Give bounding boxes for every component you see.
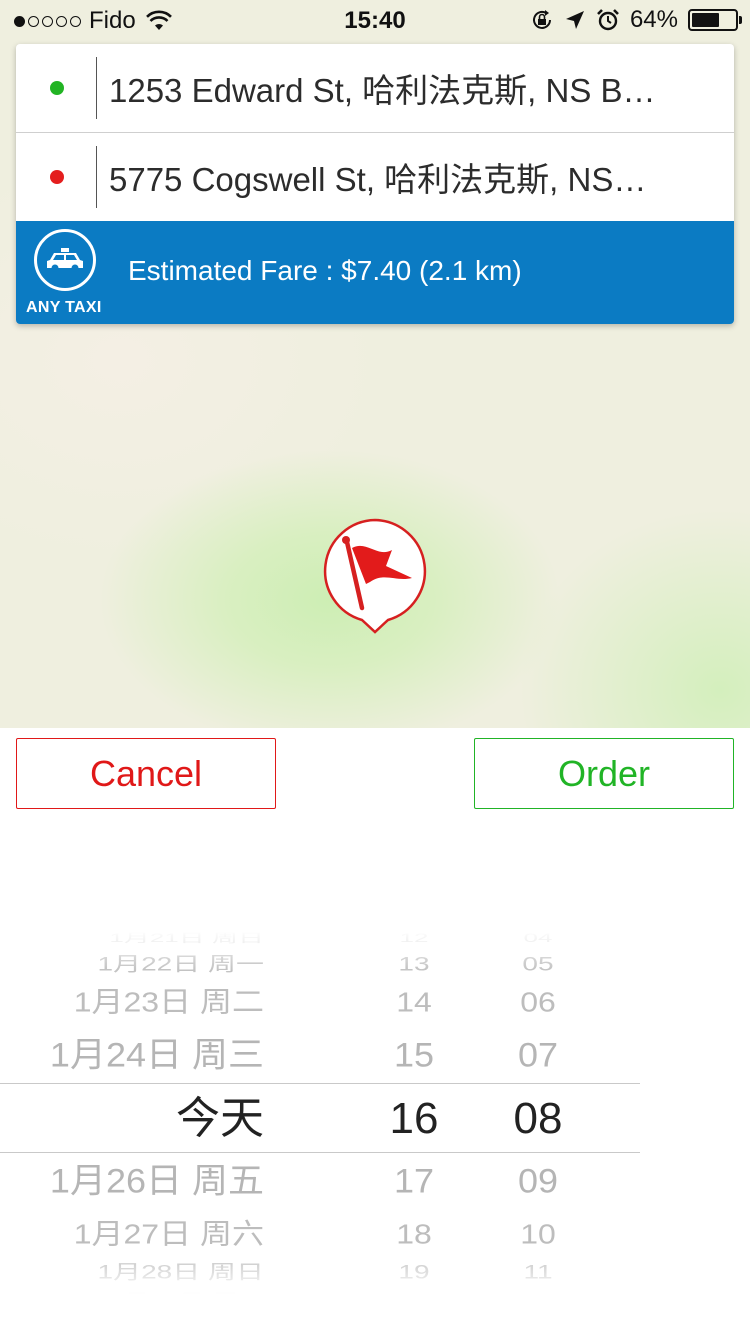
picker-hour: 16 [389, 1094, 439, 1143]
alarm-icon [597, 9, 619, 31]
pickup-address[interactable]: 1253 Edward St, 哈利法克斯, NS B… [109, 64, 729, 112]
taxi-type-label: ANY TAXI [26, 299, 102, 316]
row-divider [96, 146, 97, 208]
picker-date: 1月21日 周日 [109, 931, 264, 945]
fare-bar: ANY TAXI Estimated Fare : $7.40 (2.1 km) [16, 221, 734, 324]
taxi-car-icon [47, 248, 83, 272]
taxi-type-button[interactable] [34, 229, 96, 291]
picker-hour: 12 [399, 931, 429, 945]
dropoff-address-row[interactable]: 5775 Cogswell St, 哈利法克斯, NS… [16, 133, 734, 221]
battery-fill [692, 13, 719, 27]
datetime-picker[interactable]: 1月29日 周一20121月28日 周日19111月27日 周六18101月26… [0, 930, 640, 1294]
red-flag-pin-icon[interactable] [322, 518, 428, 636]
picker-selection-top-line [0, 1083, 640, 1084]
picker-hour: 18 [396, 1218, 432, 1250]
orientation-lock-icon [532, 10, 551, 29]
picker-row[interactable]: 1月27日 周六 18 10 [0, 1208, 640, 1261]
location-arrow-icon [565, 11, 584, 29]
order-button[interactable]: Order [474, 738, 734, 809]
picker-row-selected[interactable]: 今天 16 08 [0, 1089, 640, 1149]
picker-minute: 10 [520, 1218, 556, 1250]
picker-date: 1月26日 周五 [49, 1160, 264, 1201]
battery-percent: 64% [629, 6, 678, 33]
picker-minute: 07 [517, 1034, 559, 1075]
picker-row[interactable]: 1月24日 周三 15 07 [0, 1026, 640, 1084]
status-right: 64% [530, 6, 742, 34]
row-divider [96, 57, 97, 119]
dropoff-marker-icon [50, 170, 64, 184]
picker-date: 今天 [176, 1094, 264, 1143]
picker-date: 1月24日 周三 [49, 1034, 264, 1075]
picker-hour: 17 [393, 1160, 435, 1201]
picker-hour: 15 [393, 1034, 435, 1075]
pickup-marker-icon [50, 81, 64, 95]
picker-row[interactable]: 1月26日 周五 17 09 [0, 1152, 640, 1210]
picker-minute: 04 [523, 931, 553, 945]
estimated-fare: Estimated Fare : $7.40 (2.1 km) [128, 255, 522, 286]
route-card: 1253 Edward St, 哈利法克斯, NS B… 5775 Cogswe… [16, 44, 734, 324]
dropoff-address[interactable]: 5775 Cogswell St, 哈利法克斯, NS… [109, 153, 729, 201]
picker-row[interactable]: 1月21日 周日 12 04 [0, 930, 640, 952]
picker-selection-bottom-line [0, 1152, 640, 1153]
cancel-button[interactable]: Cancel [16, 738, 276, 809]
status-bar: Fido 15:40 64% [0, 0, 750, 40]
picker-date: 1月27日 周六 [73, 1218, 264, 1250]
picker-minute: 08 [513, 1094, 563, 1143]
battery-icon [688, 9, 742, 31]
picker-minute: 09 [517, 1160, 559, 1201]
pickup-address-row[interactable]: 1253 Edward St, 哈利法克斯, NS B… [16, 44, 734, 133]
